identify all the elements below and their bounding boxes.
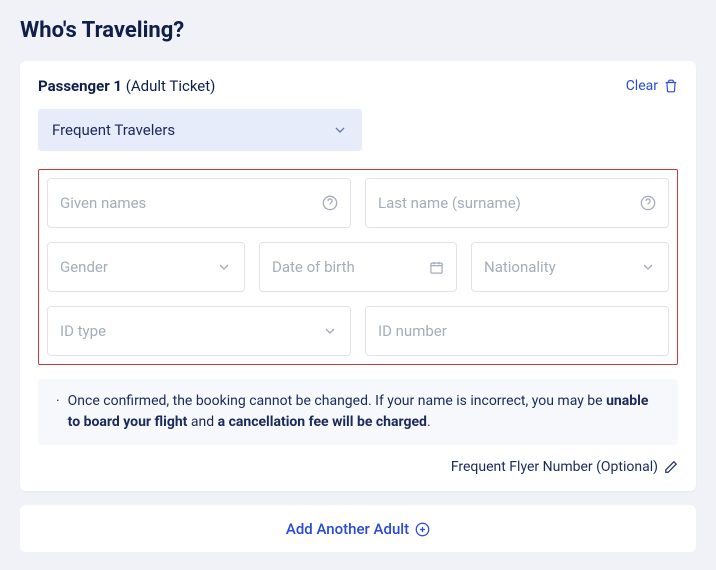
- notice-mid: and: [187, 414, 217, 430]
- notice-bold2: a cancellation fee will be charged: [218, 414, 427, 430]
- notice-suffix: .: [427, 414, 431, 430]
- gender-placeholder: Gender: [60, 258, 108, 276]
- id-number-placeholder: ID number: [378, 322, 447, 340]
- trash-icon: [664, 79, 678, 93]
- last-name-field[interactable]: Last name (surname): [365, 178, 669, 228]
- nationality-select[interactable]: Nationality: [471, 242, 669, 292]
- add-another-adult-label: Add Another Adult: [286, 520, 409, 538]
- id-number-field[interactable]: ID number: [365, 306, 669, 356]
- frequent-travelers-select[interactable]: Frequent Travelers: [38, 109, 362, 151]
- passenger-card: Passenger 1 (Adult Ticket) Clear Frequen…: [20, 61, 696, 491]
- dob-field[interactable]: Date of birth: [259, 242, 457, 292]
- chevron-down-icon: [640, 259, 656, 275]
- help-icon[interactable]: [322, 195, 338, 211]
- add-another-adult-button[interactable]: Add Another Adult: [286, 520, 430, 538]
- plus-circle-icon: [415, 522, 430, 537]
- bullet-icon: ·: [56, 391, 60, 433]
- frequent-travelers-label: Frequent Travelers: [52, 121, 175, 139]
- passenger-title: Passenger 1 (Adult Ticket): [38, 77, 215, 95]
- clear-label: Clear: [626, 78, 658, 94]
- given-names-field[interactable]: Given names: [47, 178, 351, 228]
- passenger-header: Passenger 1 (Adult Ticket) Clear: [38, 77, 678, 95]
- frequent-flyer-button[interactable]: Frequent Flyer Number (Optional): [38, 459, 678, 475]
- last-name-placeholder: Last name (surname): [378, 194, 521, 212]
- chevron-down-icon: [322, 323, 338, 339]
- booking-notice: · Once confirmed, the booking cannot be …: [38, 379, 678, 445]
- nationality-placeholder: Nationality: [484, 258, 556, 276]
- chevron-down-icon: [216, 259, 232, 275]
- frequent-flyer-label: Frequent Flyer Number (Optional): [451, 459, 658, 475]
- passenger-ticket-type-text: (Adult Ticket): [126, 77, 216, 95]
- given-names-placeholder: Given names: [60, 194, 146, 212]
- clear-button[interactable]: Clear: [626, 78, 678, 94]
- id-type-placeholder: ID type: [60, 322, 106, 340]
- edit-icon: [664, 460, 678, 474]
- notice-text: Once confirmed, the booking cannot be ch…: [68, 391, 660, 433]
- dob-placeholder: Date of birth: [272, 258, 355, 276]
- page-title: Who's Traveling?: [20, 18, 696, 43]
- calendar-icon: [429, 260, 444, 275]
- highlighted-fields-box: Given names Last name (surname) Gender D…: [38, 169, 678, 365]
- chevron-down-icon: [332, 122, 348, 138]
- help-icon[interactable]: [640, 195, 656, 211]
- add-adult-card: Add Another Adult: [20, 505, 696, 552]
- passenger-label: Passenger 1: [38, 77, 122, 95]
- id-type-select[interactable]: ID type: [47, 306, 351, 356]
- gender-select[interactable]: Gender: [47, 242, 245, 292]
- notice-prefix: Once confirmed, the booking cannot be ch…: [68, 393, 606, 409]
